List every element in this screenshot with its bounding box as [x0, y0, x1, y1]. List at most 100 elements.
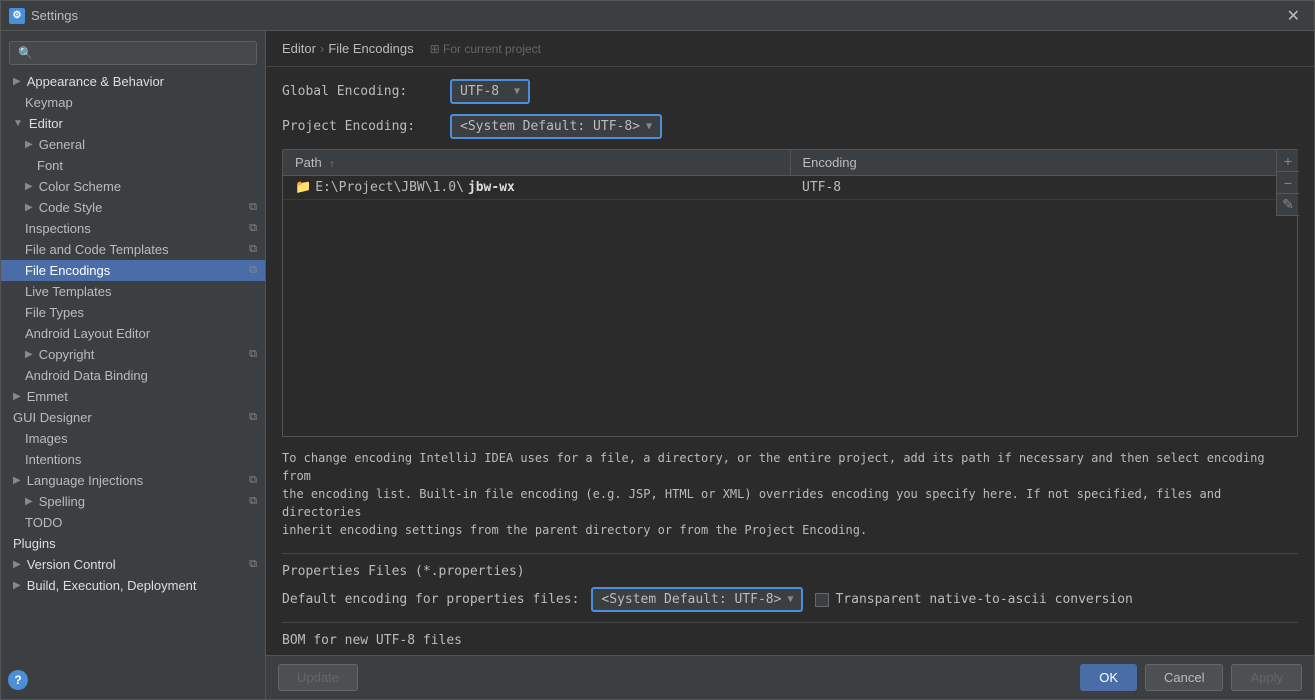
sidebar-item-label: General [39, 137, 85, 152]
native-ascii-label: Transparent native-to-ascii conversion [835, 592, 1132, 607]
sidebar-item-file-types[interactable]: File Types [1, 302, 265, 323]
sidebar-item-language-injections[interactable]: ▶ Language Injections ⧉ [1, 470, 265, 491]
chevron-right-icon: ▶ [25, 139, 33, 150]
sidebar-item-file-code-templates[interactable]: File and Code Templates ⧉ [1, 239, 265, 260]
native-ascii-checkbox[interactable] [815, 593, 829, 607]
breadcrumb-separator: › [320, 41, 324, 56]
remove-row-button[interactable]: − [1277, 172, 1299, 194]
sidebar-item-label: TODO [25, 515, 62, 530]
sidebar-item-android-layout-editor[interactable]: Android Layout Editor [1, 323, 265, 344]
sidebar-item-label: Code Style [39, 200, 103, 215]
sidebar-item-font[interactable]: Font [1, 155, 265, 176]
sidebar-item-label: File Encodings [25, 263, 110, 278]
search-input[interactable] [37, 46, 248, 60]
sidebar-item-label: Color Scheme [39, 179, 121, 194]
sidebar-item-emmet[interactable]: ▶ Emmet [1, 386, 265, 407]
for-project-label[interactable]: ⊞ For current project [430, 42, 541, 56]
copy-icon: ⧉ [249, 201, 257, 214]
cancel-button[interactable]: Cancel [1145, 664, 1223, 691]
add-row-button[interactable]: + [1277, 150, 1299, 172]
sidebar-item-label: Copyright [39, 347, 95, 362]
sidebar-item-file-encodings[interactable]: File Encodings ⧉ [1, 260, 265, 281]
chevron-down-icon: ▼ [646, 121, 652, 132]
sidebar-item-intentions[interactable]: Intentions [1, 449, 265, 470]
checkbox-row: Transparent native-to-ascii conversion [815, 592, 1132, 607]
default-encoding-label: Default encoding for properties files: [282, 592, 579, 607]
chevron-right-icon: ▶ [13, 580, 21, 591]
help-button[interactable]: ? [8, 670, 28, 690]
sidebar-item-images[interactable]: Images [1, 428, 265, 449]
global-encoding-row: Global Encoding: UTF-8 ▼ [282, 79, 1298, 104]
sidebar-item-label: Android Layout Editor [25, 326, 150, 341]
sidebar-item-label: Android Data Binding [25, 368, 148, 383]
path-bold: jbw-wx [468, 180, 515, 195]
sidebar-item-inspections[interactable]: Inspections ⧉ [1, 218, 265, 239]
sidebar-item-spelling[interactable]: ▶ Spelling ⧉ [1, 491, 265, 512]
update-button[interactable]: Update [278, 664, 358, 691]
breadcrumb-current: File Encodings [328, 41, 413, 56]
breadcrumb-parent: Editor [282, 41, 316, 56]
edit-row-button[interactable]: ✎ [1277, 194, 1299, 216]
sidebar-item-label: Inspections [25, 221, 91, 236]
ok-button[interactable]: OK [1080, 664, 1137, 691]
global-encoding-label: Global Encoding: [282, 84, 442, 99]
sidebar-item-label: File and Code Templates [25, 242, 169, 257]
close-button[interactable]: ✕ [1281, 4, 1306, 28]
sidebar-item-label: Spelling [39, 494, 85, 509]
info-text: To change encoding IntelliJ IDEA uses fo… [282, 449, 1298, 539]
sidebar-item-editor[interactable]: ▼ Editor [1, 113, 265, 134]
sidebar-item-label: Keymap [25, 95, 73, 110]
breadcrumb: Editor › File Encodings ⊞ For current pr… [266, 31, 1314, 67]
encoding-cell: UTF-8 [790, 176, 1297, 199]
properties-section-title: Properties Files (*.properties) [282, 564, 1298, 579]
copy-icon: ⧉ [249, 474, 257, 487]
sidebar-item-label: Emmet [27, 389, 68, 404]
global-encoding-value: UTF-8 [460, 84, 499, 99]
project-encoding-dropdown[interactable]: <System Default: UTF-8> ▼ [450, 114, 662, 139]
sidebar-item-appearance[interactable]: ▶ Appearance & Behavior [1, 71, 265, 92]
folder-icon: 📁 [295, 180, 311, 195]
apply-button[interactable]: Apply [1231, 664, 1302, 691]
search-box[interactable]: 🔍 [9, 41, 257, 65]
sidebar-item-label: Intentions [25, 452, 81, 467]
sidebar-item-copyright[interactable]: ▶ Copyright ⧉ [1, 344, 265, 365]
sidebar-item-general[interactable]: ▶ General [1, 134, 265, 155]
sidebar-item-plugins[interactable]: Plugins [1, 533, 265, 554]
settings-body: Global Encoding: UTF-8 ▼ Project Encodin… [266, 67, 1314, 655]
chevron-down-icon: ▼ [13, 118, 23, 129]
global-encoding-dropdown[interactable]: UTF-8 ▼ [450, 79, 530, 104]
project-encoding-label: Project Encoding: [282, 119, 442, 134]
chevron-right-icon: ▶ [13, 559, 21, 570]
table-row[interactable]: 📁 E:\Project\JBW\1.0\ jbw-wx UTF-8 [283, 176, 1297, 200]
sidebar-item-live-templates[interactable]: Live Templates [1, 281, 265, 302]
app-icon: ⚙ [9, 8, 25, 24]
window-title: Settings [31, 8, 78, 23]
sidebar-item-version-control[interactable]: ▶ Version Control ⧉ [1, 554, 265, 575]
sidebar-item-label: Live Templates [25, 284, 111, 299]
chevron-down-icon: ▼ [514, 86, 520, 97]
project-encoding-value: <System Default: UTF-8> [460, 119, 640, 134]
bom-section-title: BOM for new UTF-8 files [282, 633, 1298, 648]
chevron-right-icon: ▶ [25, 349, 33, 360]
properties-encoding-value: <System Default: UTF-8> [601, 592, 781, 607]
sidebar-item-label: Build, Execution, Deployment [27, 578, 197, 593]
sidebar-item-label: GUI Designer [13, 410, 92, 425]
main-content: Editor › File Encodings ⊞ For current pr… [266, 31, 1314, 699]
sidebar: 🔍 ▶ Appearance & Behavior Keymap ▼ Edito… [1, 31, 266, 699]
sidebar-item-build-execution[interactable]: ▶ Build, Execution, Deployment [1, 575, 265, 596]
path-prefix: E:\Project\JBW\1.0\ [315, 180, 464, 195]
path-cell: 📁 E:\Project\JBW\1.0\ jbw-wx [283, 176, 790, 199]
sidebar-item-keymap[interactable]: Keymap [1, 92, 265, 113]
copy-icon: ⧉ [249, 495, 257, 508]
encodings-table: Path ↑ Encoding 📁 E:\Project\JBW\1.0\jbw… [282, 149, 1298, 437]
sidebar-item-android-data-binding[interactable]: Android Data Binding [1, 365, 265, 386]
settings-window: ⚙ Settings ✕ 🔍 ▶ Appearance & Behavior K… [0, 0, 1315, 700]
sidebar-item-code-style[interactable]: ▶ Code Style ⧉ [1, 197, 265, 218]
sidebar-item-todo[interactable]: TODO [1, 512, 265, 533]
title-bar: ⚙ Settings ✕ [1, 1, 1314, 31]
bom-separator [282, 622, 1298, 623]
title-bar-left: ⚙ Settings [9, 8, 78, 24]
sidebar-item-gui-designer[interactable]: GUI Designer ⧉ [1, 407, 265, 428]
sidebar-item-color-scheme[interactable]: ▶ Color Scheme [1, 176, 265, 197]
properties-encoding-dropdown[interactable]: <System Default: UTF-8> ▼ [591, 587, 803, 612]
